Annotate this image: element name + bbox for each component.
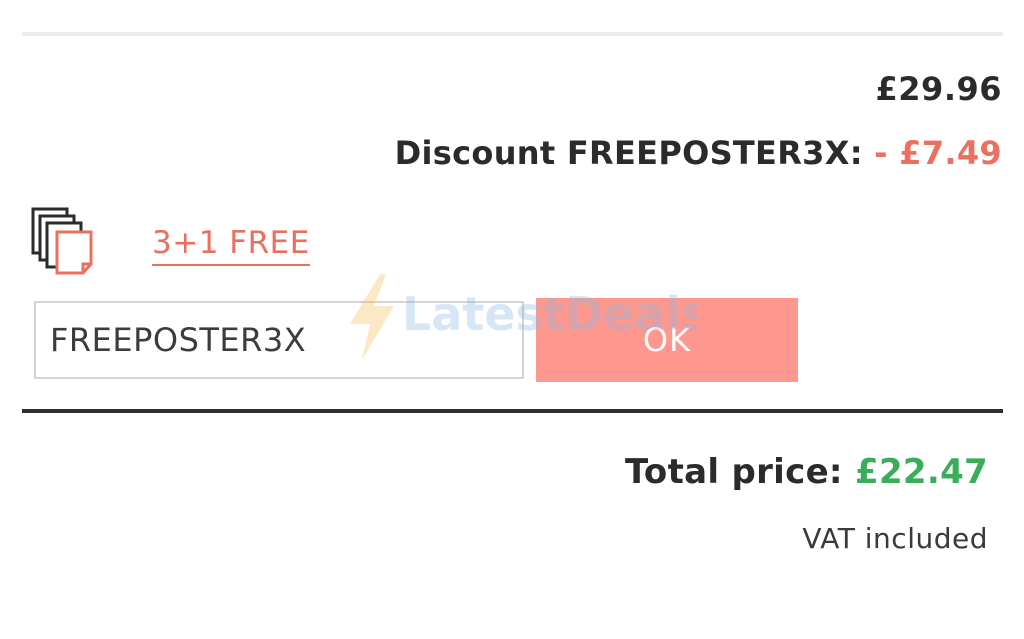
vat-note: VAT included [802, 522, 988, 555]
poster-stack-icon [31, 207, 93, 275]
apply-coupon-ok-button[interactable]: OK [536, 298, 798, 382]
discount-label: Discount FREEPOSTER3X: [394, 134, 863, 172]
promo-3plus1-free-link[interactable]: 3+1 FREE [152, 222, 310, 266]
coupon-code-input[interactable] [34, 301, 524, 379]
top-divider [22, 32, 1003, 36]
total-amount: £22.47 [854, 452, 988, 492]
total-label: Total price: [624, 452, 843, 492]
subtotal-price: £29.96 [875, 70, 1002, 108]
section-divider [22, 409, 1003, 413]
total-price-line: Total price: £22.47 [625, 449, 988, 495]
discount-amount: - £7.49 [874, 134, 1002, 172]
discount-line: Discount FREEPOSTER3X: - £7.49 [395, 131, 1002, 175]
